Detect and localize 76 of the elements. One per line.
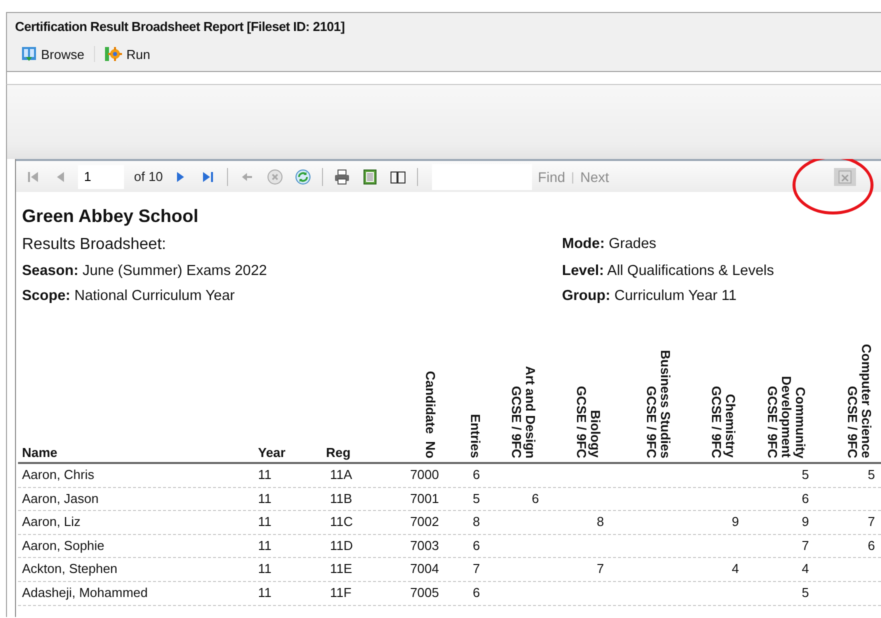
table-cell: Aaron, Chris <box>22 467 94 482</box>
table-cell: Adasheji, Mohammed <box>22 584 148 600</box>
report-field: Season: June (Summer) Exams 2022 <box>22 263 562 279</box>
window-title: Certification Result Broadsheet Report [Fileset ID: 2101] <box>15 19 345 34</box>
table-cell: 6 <box>472 584 480 600</box>
table-cell: 4 <box>732 561 739 576</box>
table-cell: Aaron, Sophie <box>22 538 104 553</box>
table-cell: 5 <box>802 584 809 600</box>
gear-icon <box>105 46 122 62</box>
table-cell: 8 <box>472 514 480 530</box>
report-field: Level: All Qualifications & Levels <box>562 263 881 279</box>
table-cell: 7 <box>596 561 604 576</box>
table-cell: 9 <box>732 514 739 530</box>
table-cell: 7 <box>868 514 875 530</box>
column-header: Community Development GCSE / 9FC <box>765 376 807 458</box>
table-cell: 6 <box>472 467 480 482</box>
table-cell: 11 <box>258 467 272 482</box>
table-cell: 7004 <box>410 561 439 576</box>
table-cell: 5 <box>868 467 875 482</box>
table-cell: 11B <box>330 490 352 506</box>
stop-icon <box>266 168 283 184</box>
browse-icon <box>21 46 37 62</box>
table-cell: 4 <box>802 561 809 576</box>
report-field: Scope: National Curriculum Year <box>22 288 562 304</box>
table-cell: 6 <box>472 538 480 553</box>
table-cell: 6 <box>868 538 875 553</box>
table-cell: 11 <box>258 490 272 506</box>
book-icon <box>390 168 406 184</box>
table-cell: 11 <box>258 584 272 600</box>
table-cell: 11E <box>330 561 352 576</box>
school-name: Green Abbey School <box>22 206 200 227</box>
column-header: Business Studies GCSE / 9FC <box>644 350 672 458</box>
column-header: Name <box>22 445 58 460</box>
table-cell: 7002 <box>410 514 439 530</box>
table-cell: 11A <box>330 467 352 482</box>
table-cell: 11 <box>258 538 272 553</box>
table-cell: Aaron, Liz <box>22 514 81 530</box>
table-cell: 11D <box>330 538 353 553</box>
column-header: Chemistry GCSE / 9FC <box>709 386 737 458</box>
page-number-field[interactable]: 1 <box>78 164 124 188</box>
table-cell: 6 <box>802 490 809 506</box>
column-header: Reg <box>326 445 351 460</box>
table-cell: 7001 <box>410 490 439 506</box>
table-cell: 5 <box>472 490 480 506</box>
column-header: Computer Science GCSE / 9FC <box>845 344 873 458</box>
table-cell: 6 <box>532 490 539 506</box>
column-header: Entries <box>468 414 482 458</box>
table-cell: Aaron, Jason <box>22 490 99 506</box>
table-cell: 11 <box>258 561 272 576</box>
column-header: Candidate No <box>423 370 437 458</box>
report-title: Results Broadsheet: <box>22 236 168 254</box>
table-cell: 7003 <box>410 538 439 553</box>
table-cell: 9 <box>802 514 809 530</box>
page-count: of 10 <box>134 169 163 184</box>
table-cell: Ackton, Stephen <box>22 561 118 576</box>
table-cell: 7000 <box>410 467 439 482</box>
report-field: Mode: Grades <box>562 236 881 254</box>
table-cell: 5 <box>802 467 809 482</box>
divider-mark: | <box>571 170 574 184</box>
column-header: Art and Design GCSE / 9FC <box>509 366 537 458</box>
browse-button[interactable]: Browse <box>15 44 90 64</box>
page-layout-icon <box>362 168 378 184</box>
table-cell: 7005 <box>410 584 439 600</box>
table-cell: 8 <box>596 514 604 530</box>
column-header: Biology GCSE / 9FC <box>574 386 602 458</box>
table-cell: 11 <box>258 514 272 530</box>
table-cell: 11F <box>330 584 352 600</box>
refresh-icon <box>294 168 311 184</box>
table-cell: 7 <box>802 538 809 553</box>
column-header: Year <box>258 445 286 460</box>
run-button[interactable]: Run <box>99 44 156 64</box>
report-field: Group: Curriculum Year 11 <box>562 288 881 304</box>
table-cell: 7 <box>472 561 480 576</box>
export-icon <box>834 168 856 186</box>
table-cell: 11C <box>330 514 353 530</box>
print-icon <box>334 168 350 184</box>
